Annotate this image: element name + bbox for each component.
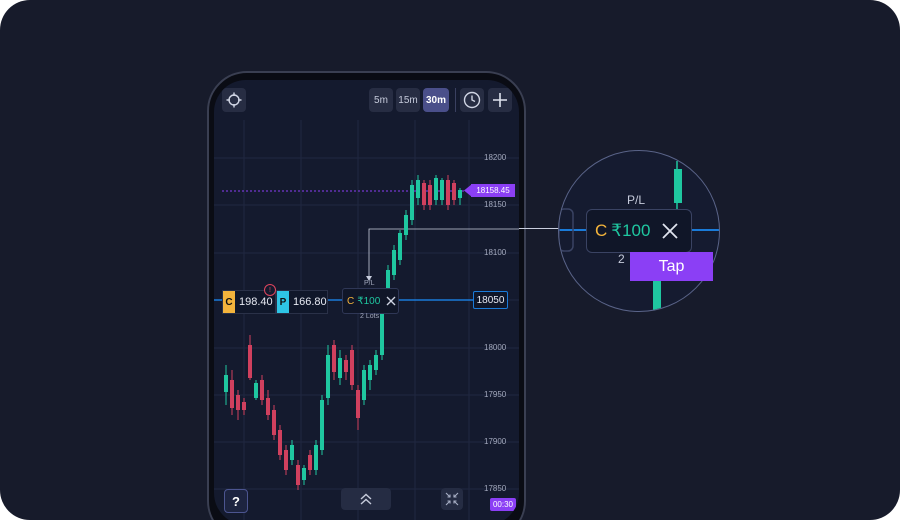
candle — [272, 405, 276, 440]
candle — [260, 375, 264, 405]
price-axis-label: 17900 — [484, 437, 507, 446]
timeframe-5m[interactable]: 5m — [369, 88, 393, 112]
position-type: C — [347, 295, 355, 307]
candle — [398, 230, 402, 265]
position-amount: ₹100 — [357, 295, 381, 307]
zoom-lots-label: 2 — [618, 252, 625, 266]
expand-panel-button[interactable] — [341, 488, 391, 510]
put-price: 166.80 — [293, 296, 327, 308]
put-price-box[interactable]: P 166.80 — [276, 290, 328, 314]
candle — [368, 360, 372, 390]
candle — [410, 180, 414, 225]
candle — [290, 440, 294, 465]
candle — [254, 380, 258, 400]
candle — [356, 385, 360, 430]
candle — [242, 398, 246, 415]
call-price: 198.40 — [239, 296, 273, 308]
candle — [266, 390, 270, 420]
candle — [332, 340, 336, 380]
price-axis-label: 17850 — [484, 484, 507, 493]
candle — [428, 180, 432, 210]
zoom-close-icon[interactable] — [662, 223, 679, 239]
candle — [440, 178, 444, 205]
clock-button[interactable] — [460, 88, 484, 112]
candle — [404, 210, 408, 240]
candle — [320, 395, 324, 455]
price-axis-label: 18000 — [484, 343, 507, 352]
candle — [416, 175, 420, 205]
candle — [326, 345, 330, 405]
position-pl-box[interactable]: C ₹100 — [342, 288, 399, 314]
close-icon[interactable] — [386, 296, 396, 306]
candle — [314, 440, 318, 475]
zoom-position-amount: ₹100 — [611, 221, 651, 240]
candle — [452, 180, 456, 205]
candle — [236, 390, 240, 420]
candle — [362, 365, 366, 405]
price-axis-label: 17950 — [484, 390, 507, 399]
crosshair-button[interactable] — [222, 88, 246, 112]
candle — [338, 350, 342, 385]
zoom-position-type: C — [595, 221, 608, 240]
collapse-button[interactable] — [441, 488, 463, 510]
price-axis-label: 18200 — [484, 153, 507, 162]
zoom-magnifier: P/L C ₹100 2 — [558, 150, 720, 312]
candle — [302, 465, 306, 485]
crosshair-icon — [226, 92, 242, 108]
add-button[interactable] — [488, 88, 512, 112]
magnifier-pointer — [519, 228, 559, 229]
price-axis-label: 18100 — [484, 248, 507, 257]
candle — [278, 425, 282, 460]
plus-icon — [493, 93, 507, 107]
current-price-tag: 18158.45 — [471, 184, 515, 197]
strike-price-label[interactable]: 18050 — [473, 291, 508, 309]
zoom-pl-label: P/L — [627, 193, 646, 207]
candle — [224, 365, 228, 405]
candle-timer: 00:30 — [490, 498, 516, 511]
candle — [284, 445, 288, 475]
candle — [248, 335, 252, 380]
timeframe-30m[interactable]: 30m — [423, 88, 449, 112]
phone-screen: 5m 15m 30m 18200 18150 18100 18000 17950… — [214, 80, 519, 520]
candle — [230, 370, 234, 415]
zoom-position-box[interactable]: C ₹100 — [586, 209, 692, 253]
put-tag: P — [277, 291, 289, 313]
candle — [458, 188, 462, 205]
pl-label: P/L — [364, 280, 375, 287]
chevron-up-double-icon — [360, 493, 372, 505]
candle — [422, 180, 426, 210]
candle — [308, 450, 312, 475]
candle — [296, 460, 300, 490]
timeframe-15m[interactable]: 15m — [396, 88, 420, 112]
candle — [374, 350, 378, 375]
warning-icon[interactable]: ! — [264, 284, 276, 296]
candle — [434, 175, 438, 205]
candle — [350, 345, 354, 390]
candle — [446, 175, 450, 210]
clock-icon — [463, 91, 481, 109]
help-button[interactable]: ? — [224, 489, 248, 513]
tap-hint: Tap — [630, 252, 713, 281]
canvas: 5m 15m 30m 18200 18150 18100 18000 17950… — [0, 0, 900, 520]
call-tag: C — [223, 291, 235, 313]
arrows-inward-icon — [445, 492, 459, 506]
candle — [344, 355, 348, 380]
lots-label: 2 Lots — [360, 313, 380, 320]
toolbar-divider — [455, 88, 456, 112]
price-axis-label: 18150 — [484, 200, 507, 209]
candle — [392, 245, 396, 280]
